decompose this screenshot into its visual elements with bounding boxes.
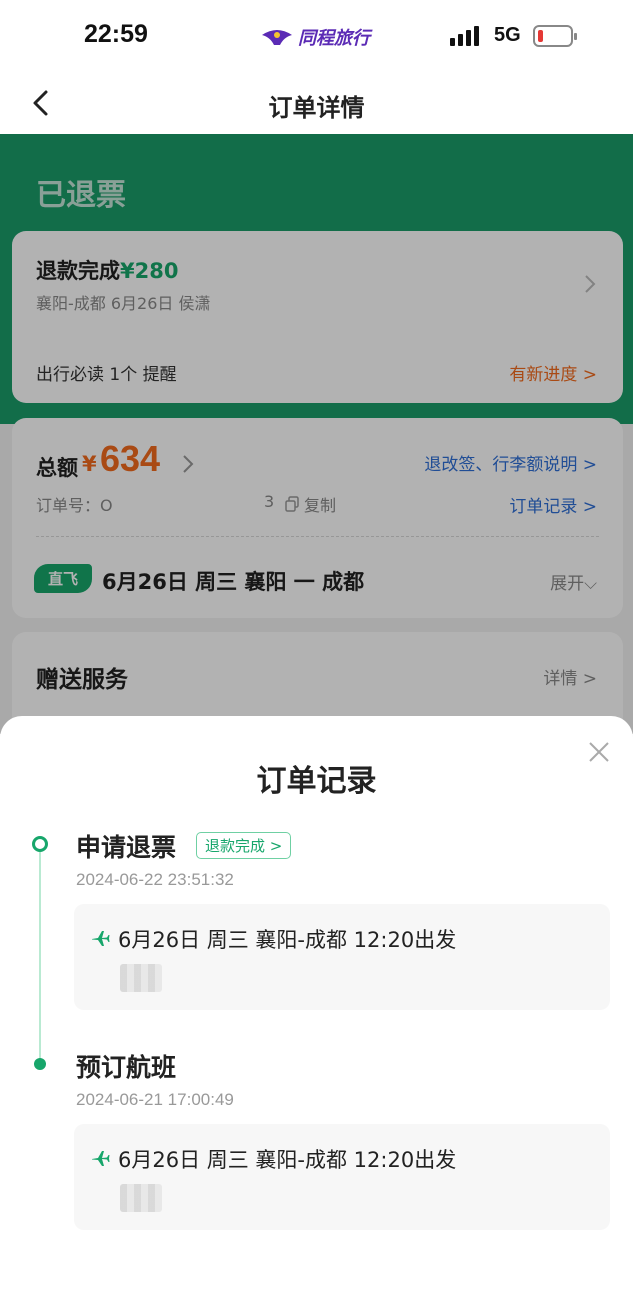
- plane-icon: [92, 1151, 110, 1166]
- event-time: 2024-06-21 17:00:49: [76, 1090, 234, 1109]
- signal-icon: [450, 26, 479, 46]
- nav-bar: 订单详情: [0, 72, 633, 134]
- brand-logo-icon: [262, 30, 292, 45]
- page-title: 订单详情: [268, 94, 365, 122]
- timeline-line: [39, 852, 41, 1064]
- event-title: 申请退票: [76, 833, 177, 862]
- brand-name: 同程旅行: [298, 28, 370, 49]
- event-flight: 6月26日 周三 襄阳-成都 12:20出发: [118, 928, 457, 952]
- event-title: 预订航班: [76, 1053, 177, 1082]
- close-icon[interactable]: [587, 740, 611, 764]
- passenger-name-redacted: [120, 964, 162, 992]
- status-bar: 22:59 同程旅行 5G: [0, 0, 633, 72]
- plane-icon: [92, 931, 110, 946]
- sheet-title: 订单记录: [256, 764, 377, 799]
- passenger-name-redacted: [120, 1184, 162, 1212]
- network-type: 5G: [494, 24, 521, 46]
- timeline-dot-current: [32, 836, 48, 852]
- order-record-sheet: 订单记录 申请退票 退款完成 > 2024-06-22 23:51:32 6月2…: [0, 716, 633, 1289]
- battery-icon: [533, 25, 577, 47]
- event-flight-card: 6月26日 周三 襄阳-成都 12:20出发: [74, 904, 610, 1010]
- refund-complete-badge-label: 退款完成 >: [205, 837, 283, 855]
- status-time: 22:59: [84, 20, 148, 48]
- modal-backdrop[interactable]: [0, 134, 633, 734]
- brand-badge: 同程旅行: [260, 24, 370, 50]
- event-time: 2024-06-22 23:51:32: [76, 870, 234, 889]
- event-flight: 6月26日 周三 襄阳-成都 12:20出发: [118, 1148, 457, 1172]
- timeline-dot: [34, 1058, 46, 1070]
- event-flight-card: 6月26日 周三 襄阳-成都 12:20出发: [74, 1124, 610, 1230]
- refund-complete-badge[interactable]: 退款完成 >: [196, 832, 292, 859]
